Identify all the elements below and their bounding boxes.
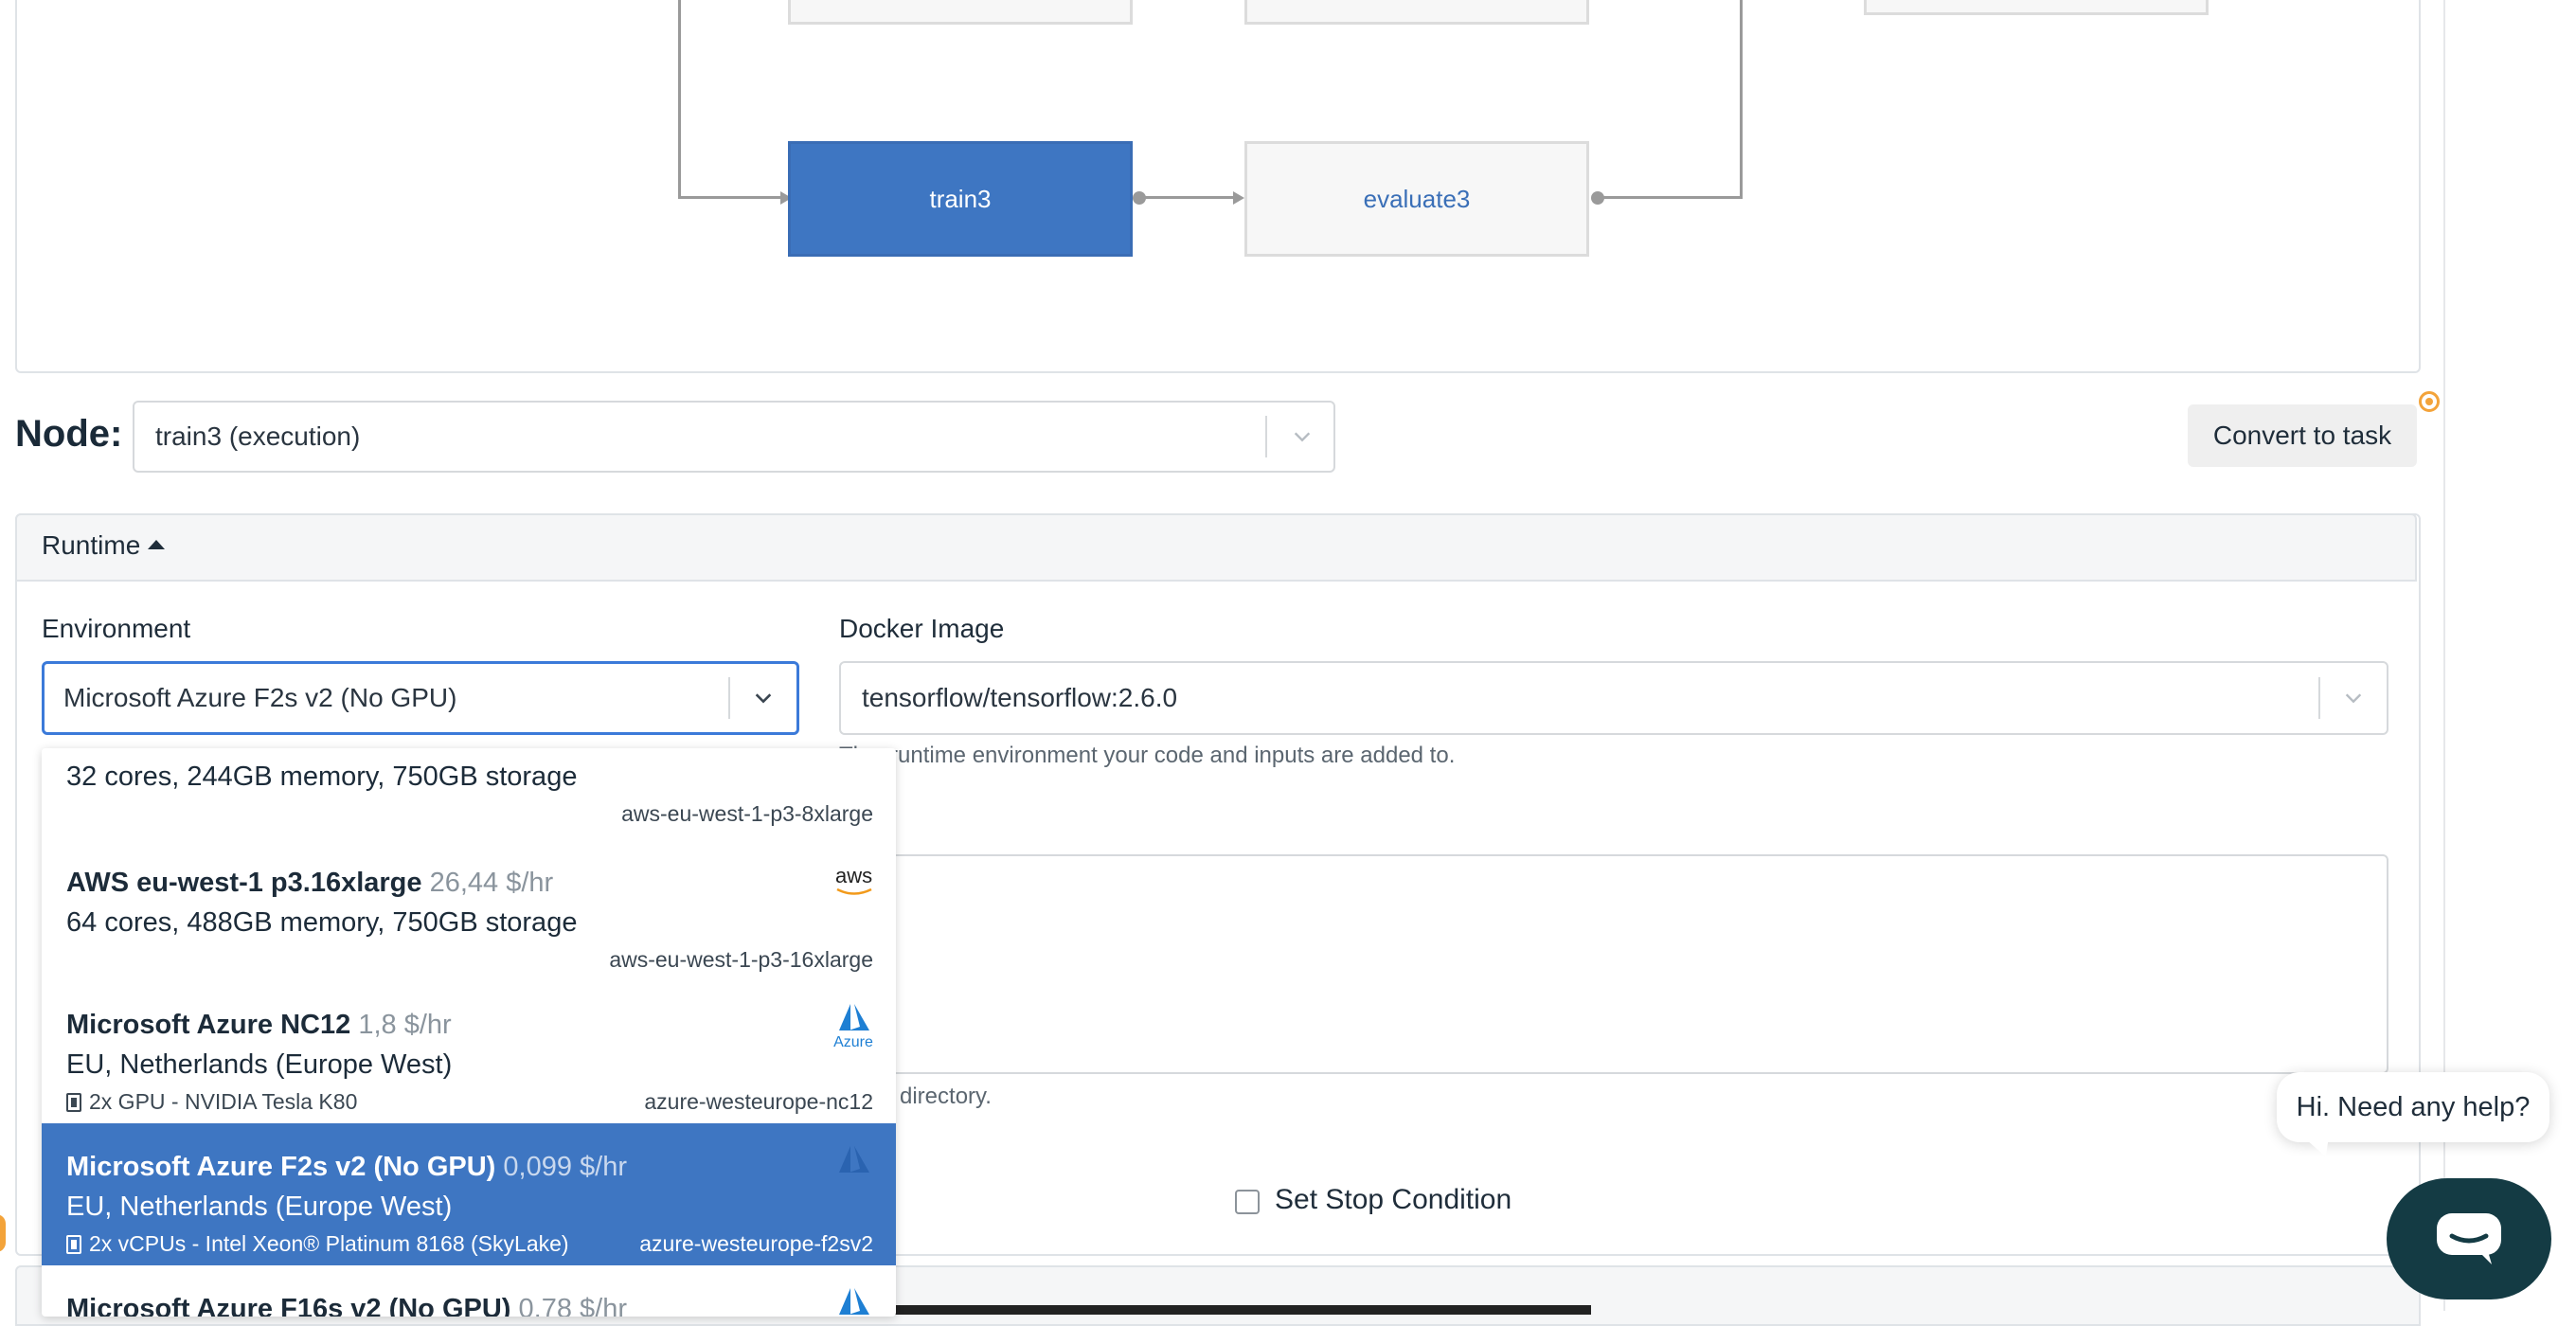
option-price: 26,44 $/hr: [429, 868, 554, 898]
edge-line: [1602, 196, 1743, 199]
option-slug: aws-eu-west-1-p3-8xlarge: [621, 801, 873, 826]
graph-node-label: evaluate3: [1363, 184, 1471, 213]
option-title: Microsoft Azure F16s v2 (No GPU) 0,78 $/…: [66, 1294, 627, 1317]
chat-icon: [2437, 1213, 2501, 1264]
environment-select[interactable]: Microsoft Azure F2s v2 (No GPU): [42, 661, 799, 735]
edge-line: [1144, 196, 1235, 199]
option-name: Microsoft Azure NC12: [66, 1010, 351, 1040]
inputs-textarea[interactable]: [839, 854, 2388, 1074]
option-description: EU, Netherlands (Europe West): [66, 1049, 453, 1080]
option-spec: 2x vCPUs - Intel Xeon® Platinum 8168 (Sk…: [66, 1231, 569, 1257]
graph-node-label: train3: [929, 184, 992, 213]
option-price: 0,099 $/hr: [503, 1152, 627, 1182]
option-price: 1,8 $/hr: [358, 1010, 452, 1040]
option-description: EU, Netherlands (Europe West): [66, 1192, 453, 1222]
environment-option[interactable]: AWS eu-west-1 p3.16xlarge 26,44 $/hr aws…: [42, 839, 896, 981]
notification-dot-icon[interactable]: [2419, 391, 2440, 412]
environment-select-value: Microsoft Azure F2s v2 (No GPU): [63, 683, 457, 712]
environment-label: Environment: [42, 614, 191, 643]
option-title: Microsoft Azure F2s v2 (No GPU) 0,099 $/…: [66, 1152, 627, 1183]
convert-to-task-button[interactable]: Convert to task: [2188, 404, 2417, 467]
chat-greeting-bubble[interactable]: Hi. Need any help?: [2277, 1072, 2549, 1142]
aws-logo-icon: aws: [835, 864, 873, 896]
environment-option[interactable]: 32 cores, 244GB memory, 750GB storage aw…: [42, 748, 896, 839]
option-slug: azure-westeurope-nc12: [644, 1089, 873, 1114]
runtime-title: Runtime: [42, 530, 141, 560]
chip-icon: [66, 1092, 81, 1112]
option-name: Microsoft Azure F2s v2 (No GPU): [66, 1152, 496, 1182]
stop-condition-checkbox[interactable]: [1235, 1190, 1260, 1214]
runtime-panel-header[interactable]: [15, 513, 2417, 582]
option-title: AWS eu-west-1 p3.16xlarge 26,44 $/hr: [66, 868, 553, 899]
azure-logo-icon: [833, 1286, 873, 1317]
docker-image-help: runtime environment your code and inputs…: [890, 743, 1456, 768]
graph-node-evaluate3[interactable]: evaluate3: [1244, 141, 1589, 257]
option-price: 0,78 $/hr: [518, 1294, 627, 1317]
docker-image-label: Docker Image: [839, 614, 1005, 643]
chevron-down-icon[interactable]: [2343, 688, 2364, 708]
stop-condition-label[interactable]: Set Stop Condition: [1275, 1184, 1512, 1216]
select-separator: [2318, 676, 2320, 720]
pipeline-graph: train3 evaluate3: [15, 0, 2421, 373]
option-name: Microsoft Azure F16s v2 (No GPU): [66, 1294, 511, 1317]
docker-image-select[interactable]: tensorflow/tensorflow:2.6.0: [839, 661, 2388, 735]
environment-option[interactable]: Microsoft Azure NC12 1,8 $/hr Azure EU, …: [42, 981, 896, 1123]
chevron-down-icon[interactable]: [753, 688, 774, 708]
edge-line: [1740, 0, 1743, 199]
chat-launcher-button[interactable]: [2387, 1178, 2551, 1299]
edge-arrow: [1233, 191, 1244, 205]
graph-node-top-middle[interactable]: [1244, 0, 1589, 25]
option-title: Microsoft Azure NC12 1,8 $/hr: [66, 1010, 452, 1041]
edge-line: [678, 0, 681, 199]
node-select[interactable]: train3 (execution): [133, 401, 1335, 473]
environment-option[interactable]: Microsoft Azure F16s v2 (No GPU) 0,78 $/…: [42, 1265, 896, 1317]
azure-logo-icon: [833, 1144, 873, 1176]
docker-image-value: tensorflow/tensorflow:2.6.0: [862, 683, 1178, 712]
option-spec: 2x GPU - NVIDIA Tesla K80: [66, 1089, 357, 1115]
directory-help: directory.: [900, 1084, 992, 1109]
option-slug: azure-westeurope-f2sv2: [639, 1231, 873, 1256]
node-label: Node:: [15, 413, 123, 455]
option-description: 32 cores, 244GB memory, 750GB storage: [66, 762, 578, 792]
option-name: AWS eu-west-1 p3.16xlarge: [66, 868, 422, 898]
caret-up-icon: [148, 540, 166, 549]
environment-dropdown-menu: 32 cores, 244GB memory, 750GB storage aw…: [42, 748, 896, 1317]
chip-icon: [66, 1234, 81, 1254]
azure-logo-icon: Azure: [833, 1002, 873, 1051]
environment-option-selected[interactable]: Microsoft Azure F2s v2 (No GPU) 0,099 $/…: [42, 1123, 896, 1265]
chevron-down-icon[interactable]: [1292, 426, 1313, 447]
select-separator: [728, 677, 730, 719]
select-separator: [1265, 416, 1267, 457]
graph-node-top-right[interactable]: [1864, 0, 2209, 15]
graph-node-top-left[interactable]: [788, 0, 1133, 25]
node-select-value: train3 (execution): [155, 421, 361, 451]
option-slug: aws-eu-west-1-p3-16xlarge: [609, 947, 873, 972]
option-description: 64 cores, 488GB memory, 750GB storage: [66, 907, 578, 938]
graph-node-train3[interactable]: train3: [788, 141, 1133, 257]
runtime-toggle[interactable]: Runtime: [42, 530, 166, 561]
edge-line: [678, 196, 782, 199]
side-indicator: [0, 1214, 6, 1252]
tooltip-strip: [852, 1305, 1591, 1315]
